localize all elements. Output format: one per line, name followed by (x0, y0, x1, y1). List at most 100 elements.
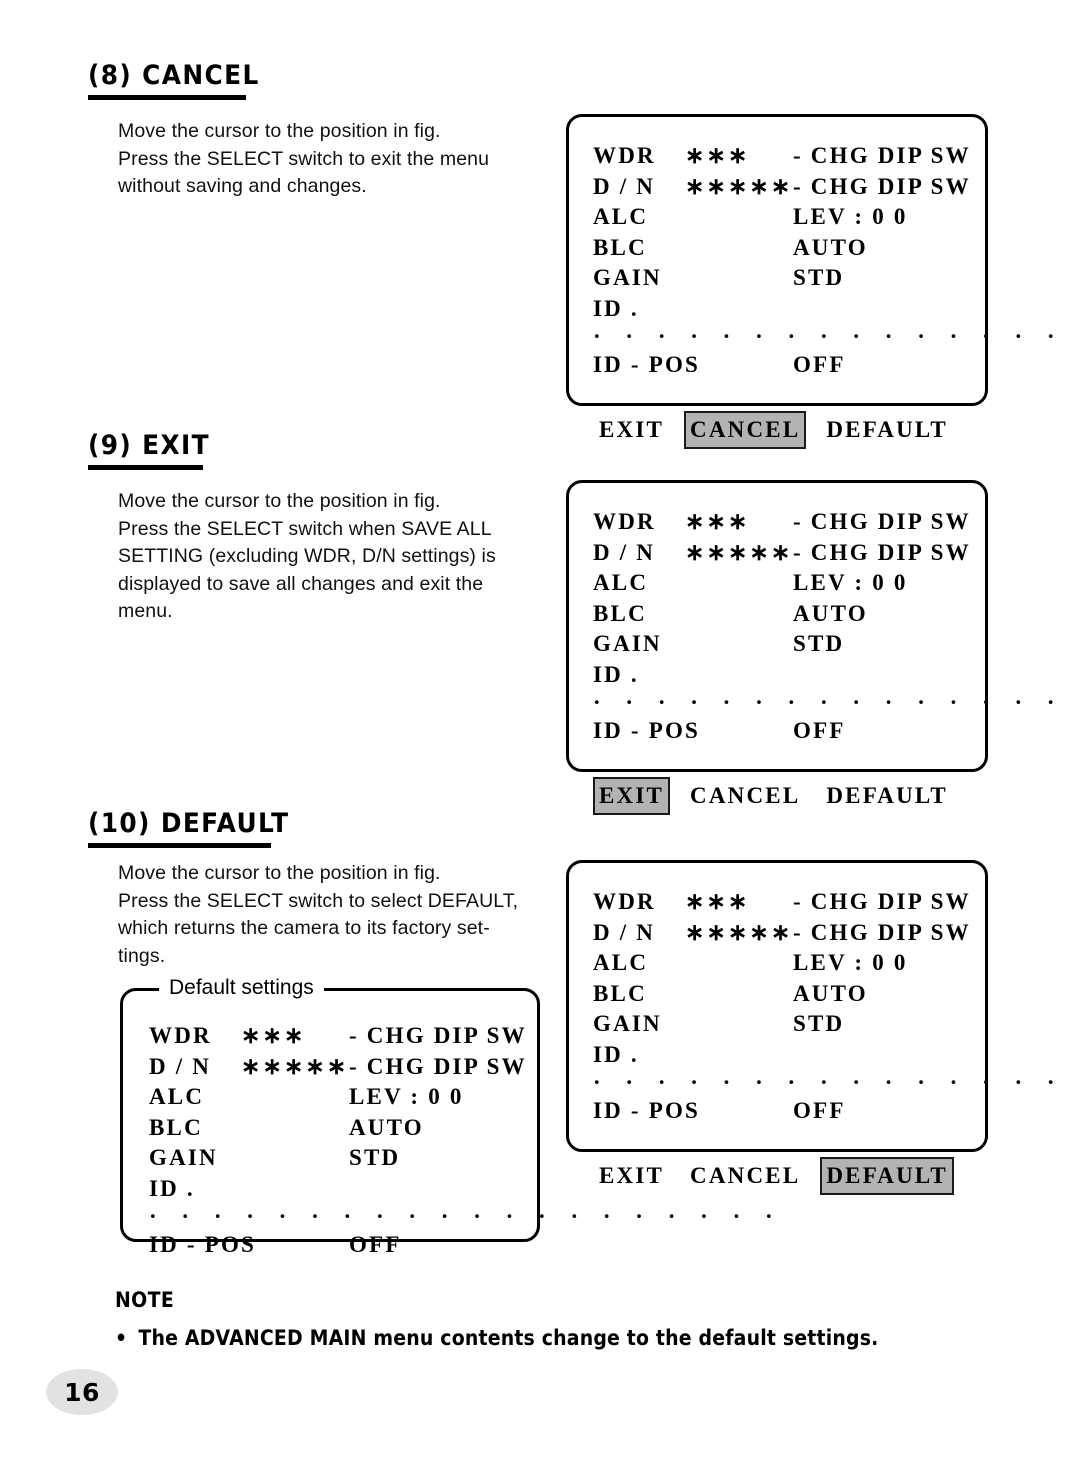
osd-cancel-button[interactable]: CANCEL (684, 1157, 806, 1195)
osd-default-button[interactable]: DEFAULT (820, 1156, 954, 1195)
osd-action-row: EXIT CANCEL DEFAULT (593, 776, 973, 815)
section-body-default: Move the cursor to the position in fig. … (118, 860, 558, 970)
osd-value-id-pos: OFF (349, 1232, 402, 1257)
osd-value-wdr: - CHG DIP SW (793, 509, 971, 534)
osd-label-gain: GAIN (593, 265, 662, 290)
body-line: Move the cursor to the position in fig. (118, 862, 441, 884)
body-line: Press the SELECT switch when SAVE ALL (118, 517, 492, 540)
osd-row-id: ID . (593, 660, 973, 691)
body-line: menu. (118, 600, 173, 622)
osd-label-id: ID . (149, 1175, 195, 1201)
osd-value-alc: LEV : 0 0 (793, 570, 908, 595)
osd-row-dn: D / N ∗∗∗∗∗ - CHG DIP SW (149, 1052, 529, 1083)
osd-value-dn: - CHG DIP SW (349, 1053, 527, 1079)
osd-value-blc: AUTO (349, 1114, 424, 1140)
osd-mid-wdr: ∗∗∗ (241, 1023, 306, 1048)
osd-value-alc: LEV : 0 0 (349, 1084, 464, 1109)
osd-mid-dn: ∗∗∗∗∗ (241, 1053, 349, 1079)
osd-mid-dn: ∗∗∗∗∗ (685, 919, 793, 945)
osd-label-blc: BLC (593, 980, 647, 1006)
osd-row-blc: BLC AUTO (593, 979, 973, 1010)
osd-action-row: EXIT CANCEL DEFAULT (593, 410, 973, 449)
osd-value-blc: AUTO (793, 600, 868, 626)
body-line: Move the cursor to the position in fig. (118, 120, 441, 142)
osd-row-alc: ALC LEV : 0 0 (149, 1082, 529, 1113)
osd-row-wdr: WDR ∗∗∗ - CHG DIP SW (149, 1021, 529, 1052)
osd-label-id-pos: ID - POS (593, 1098, 701, 1123)
osd-row-id-pos: ID - POS OFF (593, 716, 973, 747)
osd-value-id-pos: OFF (793, 1098, 846, 1123)
osd-exit-button[interactable]: EXIT (593, 776, 671, 815)
default-settings-box: Default settings WDR ∗∗∗ - CHG DIP SW D … (120, 975, 773, 1257)
osd-default-button[interactable]: DEFAULT (820, 411, 953, 449)
osd-row-gain: GAIN STD (593, 1009, 973, 1040)
osd-menu-rows: WDR ∗∗∗ - CHG DIP SW D / N ∗∗∗∗∗ - CHG D… (149, 1021, 783, 1261)
osd-row-id-pos: ID - POS OFF (593, 1096, 973, 1127)
osd-cancel-button[interactable]: CANCEL (684, 410, 807, 449)
body-line: SETTING (excluding WDR, D/N settings) is (118, 545, 496, 567)
section-heading-rule (88, 95, 246, 100)
osd-value-dn: - CHG DIP SW (793, 919, 971, 945)
osd-value-gain: STD (793, 1011, 845, 1036)
section-heading-cancel-text: (8) CANCEL (88, 60, 260, 91)
section-heading-default-text: (10) DEFAULT (88, 808, 290, 839)
osd-label-alc: ALC (593, 570, 649, 595)
osd-label-wdr: WDR (149, 1023, 212, 1048)
osd-id-dotted-line: · · · · · · · · · · · · · · · · · · · · (149, 1204, 783, 1229)
section-heading-default: (10) DEFAULT (88, 810, 307, 848)
note-title: NOTE (115, 1288, 175, 1312)
body-line: which returns the camera to its factory … (118, 917, 490, 939)
osd-value-wdr: - CHG DIP SW (793, 889, 971, 914)
body-line: without saving and changes. (118, 175, 367, 197)
osd-row-id-pos: ID - POS OFF (149, 1230, 529, 1261)
section-heading-rule (88, 843, 271, 848)
osd-value-alc: LEV : 0 0 (793, 204, 908, 229)
osd-menu-rows: WDR ∗∗∗ - CHG DIP SW D / N ∗∗∗∗∗ - CHG D… (593, 141, 1080, 449)
osd-label-blc: BLC (593, 600, 647, 626)
section-heading-cancel: (8) CANCEL (88, 62, 275, 100)
osd-label-dn: D / N (593, 919, 656, 945)
osd-row-gain: GAIN STD (149, 1143, 529, 1174)
section-heading-exit-text: (9) EXIT (88, 430, 210, 461)
osd-mid-dn: ∗∗∗∗∗ (685, 539, 793, 565)
osd-menu-rows: WDR ∗∗∗ - CHG DIP SW D / N ∗∗∗∗∗ - CHG D… (593, 887, 1080, 1195)
body-line: Press the SELECT switch to select DEFAUL… (118, 889, 519, 912)
osd-label-id-pos: ID - POS (149, 1232, 257, 1257)
page-number-badge: 16 (46, 1369, 118, 1415)
osd-value-wdr: - CHG DIP SW (349, 1023, 527, 1048)
osd-label-dn: D / N (593, 173, 656, 199)
osd-row-gain: GAIN STD (593, 629, 973, 660)
section-heading-exit: (9) EXIT (88, 432, 221, 470)
osd-cancel-button[interactable]: CANCEL (684, 777, 806, 815)
osd-row-wdr: WDR ∗∗∗ - CHG DIP SW (593, 507, 973, 538)
osd-label-blc: BLC (593, 234, 647, 260)
osd-value-gain: STD (349, 1145, 401, 1170)
osd-value-id-pos: OFF (793, 718, 846, 743)
osd-row-id: ID . (149, 1174, 529, 1205)
osd-menu-rows: WDR ∗∗∗ - CHG DIP SW D / N ∗∗∗∗∗ - CHG D… (593, 507, 1080, 815)
osd-row-wdr: WDR ∗∗∗ - CHG DIP SW (593, 141, 973, 172)
osd-value-id-pos: OFF (793, 352, 846, 377)
osd-exit-button[interactable]: EXIT (593, 1157, 670, 1195)
osd-label-blc: BLC (149, 1114, 203, 1140)
section-heading-rule (88, 465, 203, 470)
osd-label-alc: ALC (149, 1084, 205, 1109)
osd-value-dn: - CHG DIP SW (793, 173, 971, 199)
osd-label-gain: GAIN (149, 1145, 218, 1170)
osd-row-id: ID . (593, 1040, 973, 1071)
osd-row-gain: GAIN STD (593, 263, 973, 294)
osd-label-id-pos: ID - POS (593, 352, 701, 377)
osd-menu-cancel: WDR ∗∗∗ - CHG DIP SW D / N ∗∗∗∗∗ - CHG D… (566, 114, 1080, 449)
osd-label-gain: GAIN (593, 1011, 662, 1036)
section-body-cancel: Move the cursor to the position in fig. … (118, 118, 558, 201)
osd-exit-button[interactable]: EXIT (593, 411, 670, 449)
osd-value-gain: STD (793, 265, 845, 290)
osd-default-button[interactable]: DEFAULT (820, 777, 953, 815)
osd-row-blc: BLC AUTO (593, 599, 973, 630)
osd-value-blc: AUTO (793, 980, 868, 1006)
osd-row-blc: BLC AUTO (149, 1113, 529, 1144)
osd-label-wdr: WDR (593, 143, 656, 168)
osd-menu-default: WDR ∗∗∗ - CHG DIP SW D / N ∗∗∗∗∗ - CHG D… (566, 860, 1080, 1195)
osd-value-alc: LEV : 0 0 (793, 950, 908, 975)
osd-label-alc: ALC (593, 950, 649, 975)
